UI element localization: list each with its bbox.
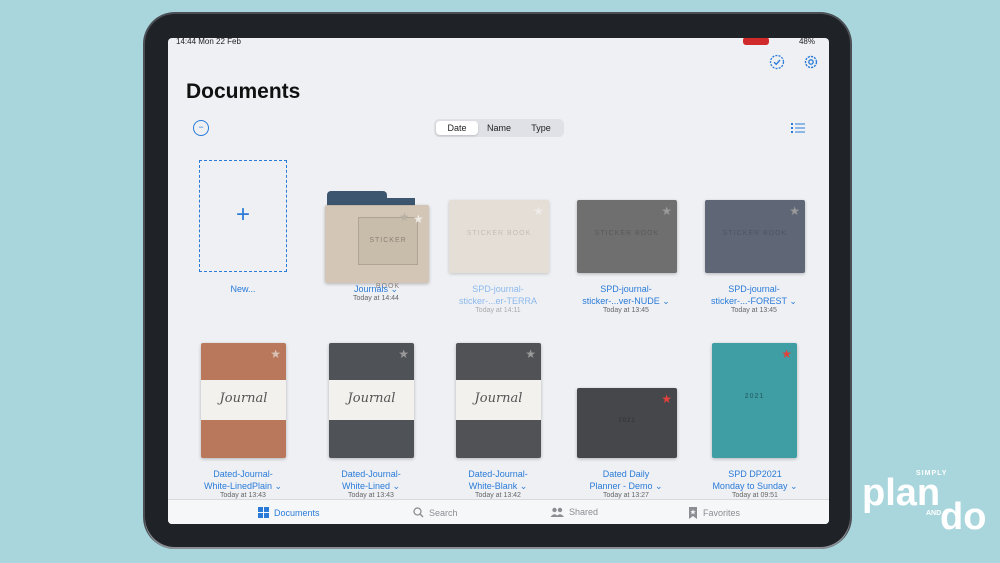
journal-band: Journal [456, 380, 541, 420]
status-time: 14:44 Mon 22 Feb [176, 38, 241, 46]
journal-band: Journal [201, 380, 286, 420]
minus-circle-icon[interactable]: − [193, 120, 209, 136]
people-icon [550, 507, 564, 517]
tab-search-label: Search [429, 507, 458, 518]
checkmark-circle-icon[interactable] [769, 54, 785, 70]
document-date: Today at 09:51 [732, 492, 778, 499]
document-thumbnail[interactable]: Journal ★ [329, 343, 414, 458]
tab-favorites[interactable]: Favorites [688, 507, 740, 519]
document-title: SPD-journal-sticker-...er-TERRA [458, 284, 537, 306]
folder-preview: STICKER BOOK [358, 217, 418, 290]
new-label: New... [230, 284, 256, 294]
sort-type-button[interactable]: Type [520, 121, 562, 135]
gear-icon[interactable] [803, 54, 819, 70]
document-thumbnail[interactable]: STICKER BOOK ★ [577, 200, 677, 273]
document-date: Today at 14:44 [353, 295, 399, 302]
sort-date-button[interactable]: Date [436, 121, 478, 135]
journal-band: Journal [329, 380, 414, 420]
battery-level: 48% [798, 38, 815, 46]
document-title: Dated Daily Planner - Demo ⌄ [589, 469, 663, 491]
document-date: Today at 13:27 [603, 492, 649, 499]
star-icon[interactable]: ★ [399, 211, 410, 223]
star-icon[interactable]: ★ [398, 348, 409, 360]
document-title: SPD-journal-sticker-...ver-NUDE ⌄ [582, 284, 670, 306]
star-icon[interactable]: ★ [661, 205, 672, 217]
document-date: Today at 13:45 [603, 307, 649, 314]
document-title: Journals ⌄ [353, 284, 399, 294]
document-thumbnail[interactable]: Journal ★ [201, 343, 286, 458]
star-icon[interactable]: ★ [525, 348, 536, 360]
document-thumbnail[interactable]: 2021 ★ [577, 388, 677, 458]
sort-name-button[interactable]: Name [478, 121, 520, 135]
list-view-icon[interactable] [791, 122, 805, 136]
star-icon[interactable]: ★ [270, 348, 281, 360]
grid-icon [258, 507, 269, 518]
document-date: Today at 14:11 [475, 307, 521, 314]
tab-shared-label: Shared [569, 507, 599, 517]
document-thumbnail[interactable]: STICKER BOOK ★ [449, 200, 549, 273]
tab-favorites-label: Favorites [703, 508, 741, 518]
document-date: Today at 13:43 [220, 492, 266, 499]
document-date: Today at 13:43 [348, 492, 394, 499]
plus-icon: + [235, 201, 250, 228]
bookmark-star-icon [689, 507, 697, 519]
recording-indicator [743, 38, 769, 45]
document-date: Today at 13:42 [475, 492, 521, 499]
tab-bar: Documents Search Shared Favorites [168, 499, 829, 524]
document-title: Dated-Journal- White-Lined ⌄ [341, 469, 401, 491]
new-document-button[interactable]: + [199, 160, 287, 272]
tab-shared[interactable]: Shared [550, 507, 598, 517]
document-title: SPD DP2021 Monday to Sunday ⌄ [712, 469, 798, 491]
document-thumbnail[interactable]: Journal ★ [456, 343, 541, 458]
app-screen: 14:44 Mon 22 Feb 48% Documents − Date Na… [168, 38, 829, 524]
page-title: Documents [186, 80, 301, 103]
star-icon[interactable]: ★ [661, 393, 672, 405]
tab-documents[interactable]: Documents [258, 507, 320, 518]
star-icon[interactable]: ★ [789, 205, 800, 217]
search-icon [413, 507, 424, 518]
star-icon[interactable]: ★ [533, 205, 544, 217]
tab-search[interactable]: Search [413, 507, 458, 518]
document-title: SPD-journal-sticker-...-FOREST ⌄ [711, 284, 797, 306]
document-thumbnail[interactable]: 2021 ★ [712, 343, 797, 458]
document-title: Dated-Journal- White-LinedPlain ⌄ [203, 469, 283, 491]
document-title: Dated-Journal- White-Blank ⌄ [468, 469, 528, 491]
star-icon[interactable]: ★ [413, 213, 424, 225]
star-icon[interactable]: ★ [781, 348, 792, 360]
tab-documents-label: Documents [274, 507, 320, 518]
sort-segmented-control: Date Name Type [434, 119, 564, 137]
status-bar: 14:44 Mon 22 Feb 48% [168, 38, 829, 48]
document-thumbnail[interactable]: STICKER BOOK ★ [705, 200, 805, 273]
folder-front: STICKER BOOK ★ ★ [325, 205, 429, 290]
document-date: Today at 13:45 [731, 307, 777, 314]
